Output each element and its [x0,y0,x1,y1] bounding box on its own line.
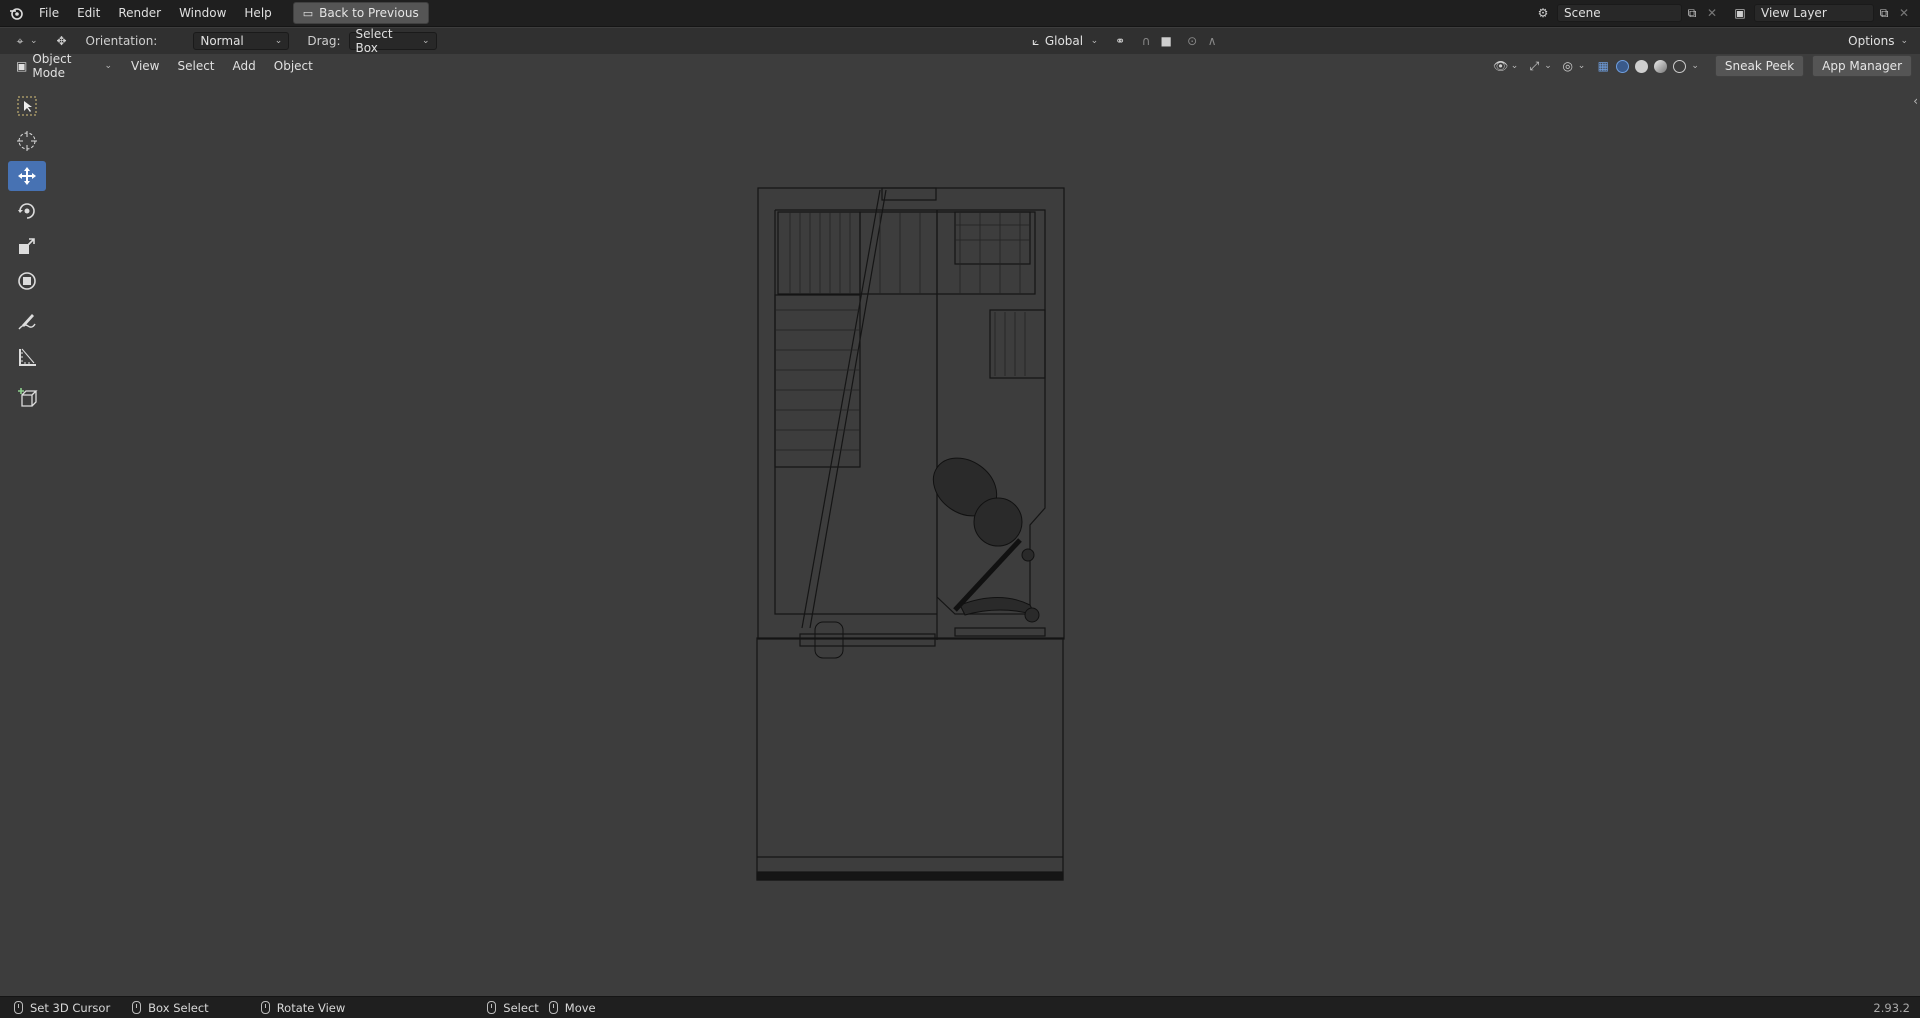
options-dropdown[interactable]: Options ⌄ [1842,32,1914,50]
drag-label: Drag: [307,34,341,48]
chevron-down-icon: ⌄ [104,61,112,71]
status-move: Move [548,1001,596,1015]
cursor-icon[interactable] [8,126,46,156]
menu-select[interactable]: Select [168,56,223,76]
axis-icon: ⟀ [1032,33,1040,48]
drag-dropdown[interactable]: Select Box ⌄ [348,27,437,55]
mouse-right-icon [487,1001,497,1014]
new-scene-icon[interactable]: ⧉ [1682,3,1702,23]
snap-icon[interactable]: ∩ [1136,31,1156,51]
rendered-shading-icon[interactable] [1673,59,1687,73]
new-view-layer-icon[interactable]: ⧉ [1874,3,1894,23]
scale-icon[interactable] [8,231,46,261]
3d-viewport[interactable]: ‹ [0,54,1920,996]
mouse-left-icon [14,1001,23,1014]
viewport-header: ▣ Object Mode ⌄ View Select Add Object 👁 … [0,52,1920,80]
transform-orientation-dropdown[interactable]: ⟀ Global ⌄ [1026,32,1104,50]
status-rotate-view: Rotate View [260,1001,345,1015]
falloff-icon[interactable]: ∧ [1202,31,1222,51]
annotate-icon[interactable] [8,307,46,337]
menu-add[interactable]: Add [224,56,265,76]
overlays-icon[interactable]: ◎ [1558,56,1578,76]
move-tool-icon[interactable]: ✥ [52,31,72,51]
menu-window[interactable]: Window [170,3,235,23]
delete-view-layer-icon[interactable]: ✕ [1894,3,1914,23]
status-set-3d-cursor: Set 3D Cursor [14,1001,110,1015]
orientation-label: Orientation: [85,34,158,48]
view-layer-field[interactable]: View Layer [1754,4,1874,22]
tool-shelf [8,91,48,418]
chevron-down-icon: ⌄ [1900,36,1908,46]
mouse-drag-icon [132,1001,142,1014]
sneak-peek-button[interactable]: Sneak Peek [1714,55,1805,77]
rotate-icon[interactable] [8,196,46,226]
menu-render[interactable]: Render [109,3,170,23]
chevron-down-icon[interactable]: ⌄ [1511,61,1519,71]
menu-edit[interactable]: Edit [68,3,109,23]
xray-icon[interactable]: ▦ [1593,56,1613,76]
menu-object[interactable]: Object [265,56,322,76]
select-box-icon[interactable] [8,91,46,121]
view-layer-selector-icon[interactable]: ▣ [1730,3,1750,23]
version-label: 2.93.2 [1873,1000,1910,1015]
tool-settings-header: ⌖ ⌄ ✥ Orientation: Normal ⌄ Drag: Select … [0,27,1920,55]
sidebar-toggle-icon[interactable]: ‹ [1913,94,1918,108]
solid-shading-icon[interactable] [1635,59,1649,73]
menu-file[interactable]: File [30,3,68,23]
snap-target-icon[interactable]: ■ [1156,31,1176,51]
blender-logo-icon[interactable] [6,3,26,23]
wireframe-model [756,187,1065,881]
status-bar: Set 3D Cursor Box Select Rotate View Sel… [0,996,1920,1018]
chevron-down-icon: ⌄ [1090,36,1099,46]
proportional-edit-icon[interactable]: ⊙ [1182,31,1202,51]
transform-icon[interactable] [8,266,46,296]
material-shading-icon[interactable] [1654,59,1668,73]
chevron-down-icon[interactable]: ⌄ [1578,61,1586,71]
menu-view[interactable]: View [122,56,168,76]
visibility-icon[interactable]: 👁 [1491,56,1511,76]
mouse-right-drag-icon [548,1001,558,1014]
chevron-down-icon[interactable]: ⌄ [30,36,38,46]
status-select: Select [487,1001,539,1015]
add-cube-icon[interactable] [8,383,46,413]
measure-icon[interactable] [8,342,46,372]
chevron-down-icon[interactable]: ⌄ [1544,61,1552,71]
orientation-dropdown[interactable]: Normal ⌄ [193,32,290,50]
editor-type-icon[interactable]: ⌖ [10,31,30,51]
delete-scene-icon[interactable]: ✕ [1702,3,1722,23]
status-box-select: Box Select [132,1001,209,1015]
menu-help[interactable]: Help [235,3,280,23]
chevron-down-icon[interactable]: ⌄ [1691,61,1699,71]
wireframe-shading-icon[interactable] [1616,59,1630,73]
mouse-middle-icon [260,1001,270,1014]
screen-icon: ▭ [302,6,314,20]
scene-field[interactable]: Scene [1557,4,1682,22]
mode-dropdown[interactable]: ▣ Object Mode ⌄ [10,52,118,80]
app-manager-button[interactable]: App Manager [1812,55,1912,77]
gizmo-icon[interactable]: ⤢ [1524,56,1544,76]
pivot-point-icon[interactable]: ⚭ [1110,31,1130,51]
scene-selector-icon[interactable]: ⚙ [1533,3,1553,23]
chevron-down-icon: ⌄ [421,36,430,46]
object-mode-icon: ▣ [16,59,28,73]
back-to-previous-button[interactable]: ▭ Back to Previous [292,2,429,24]
move-icon[interactable] [8,161,46,191]
top-bar: File Edit Render Window Help ▭ Back to P… [0,0,1920,27]
chevron-down-icon: ⌄ [274,36,283,46]
